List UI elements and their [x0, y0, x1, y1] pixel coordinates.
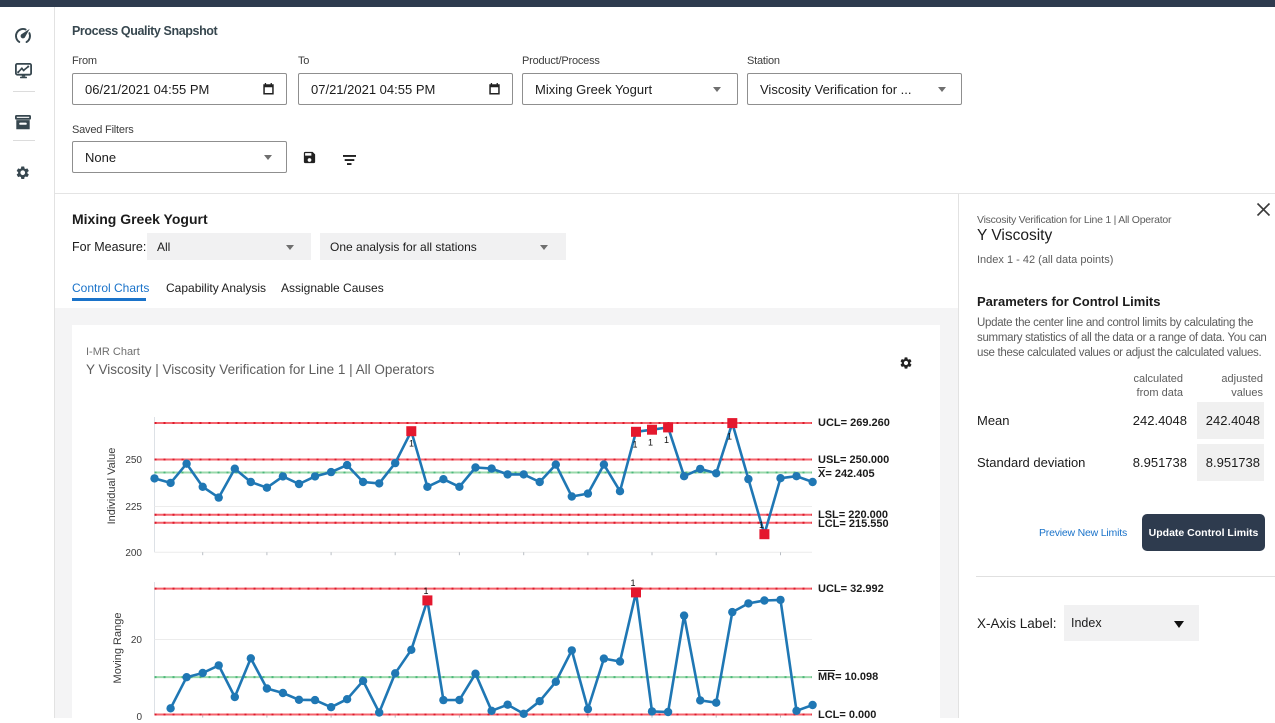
svg-text:1: 1: [630, 578, 635, 588]
svg-text:1: 1: [409, 439, 414, 449]
svg-text:1: 1: [648, 438, 653, 448]
svg-text:1: 1: [632, 440, 637, 450]
svg-text:1: 1: [423, 586, 428, 596]
svg-text:1: 1: [759, 520, 764, 530]
svg-text:1: 1: [727, 432, 732, 442]
svg-text:1: 1: [664, 435, 669, 445]
